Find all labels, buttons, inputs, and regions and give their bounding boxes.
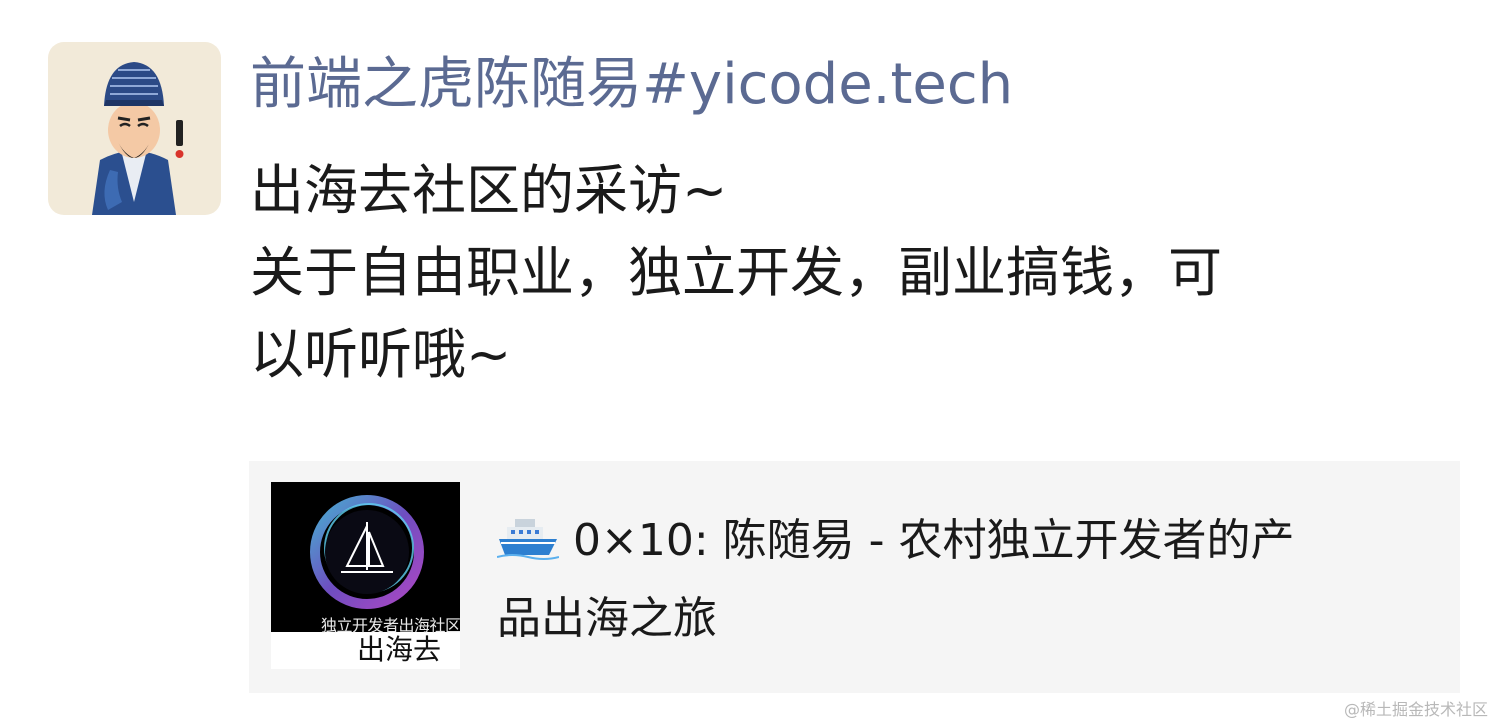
author-name[interactable]: 前端之虎陈随易#yicode.tech [250, 50, 1013, 120]
sailboat-logo-icon [310, 495, 424, 609]
link-card-title[interactable]: 0×10: 陈随易 - 农村独立开发者的产 品出海之旅 [496, 505, 1437, 655]
chat-post: 前端之虎陈随易#yicode.tech 出海去社区的采访~ 关于自由职业，独立开… [0, 0, 1494, 726]
link-card-title-line: 品出海之旅 [497, 593, 717, 644]
avatar[interactable] [48, 42, 221, 215]
message-line: 以听听哦~ [250, 323, 512, 386]
ship-emoji-icon [496, 511, 560, 583]
thumbnail-label: 出海去 [357, 633, 442, 666]
watermark: @稀土掘金技术社区 [1343, 700, 1488, 719]
message-line: 出海去社区的采访~ [250, 159, 728, 222]
message-line: 关于自由职业，独立开发，副业搞钱，可 [250, 241, 1222, 304]
thumbnail-background: 独立开发者出海社区 [271, 482, 460, 635]
link-card-title-text: 0×10: 陈随易 - 农村独立开发者的产 [573, 515, 1295, 566]
link-thumbnail: 独立开发者出海社区 出海去 [271, 482, 460, 669]
cartoon-scholar-avatar-icon [92, 62, 184, 215]
link-preview-card[interactable]: 独立开发者出海社区 出海去 0×10: 陈随易 - 农村独立开发者的产 品出海之… [249, 461, 1460, 693]
link-card-title-line: 0×10: 陈随易 - 农村独立开发者的产 [496, 505, 1437, 583]
message-text: 出海去社区的采访~ 关于自由职业，独立开发，副业搞钱，可 以听听哦~ [250, 150, 1430, 396]
